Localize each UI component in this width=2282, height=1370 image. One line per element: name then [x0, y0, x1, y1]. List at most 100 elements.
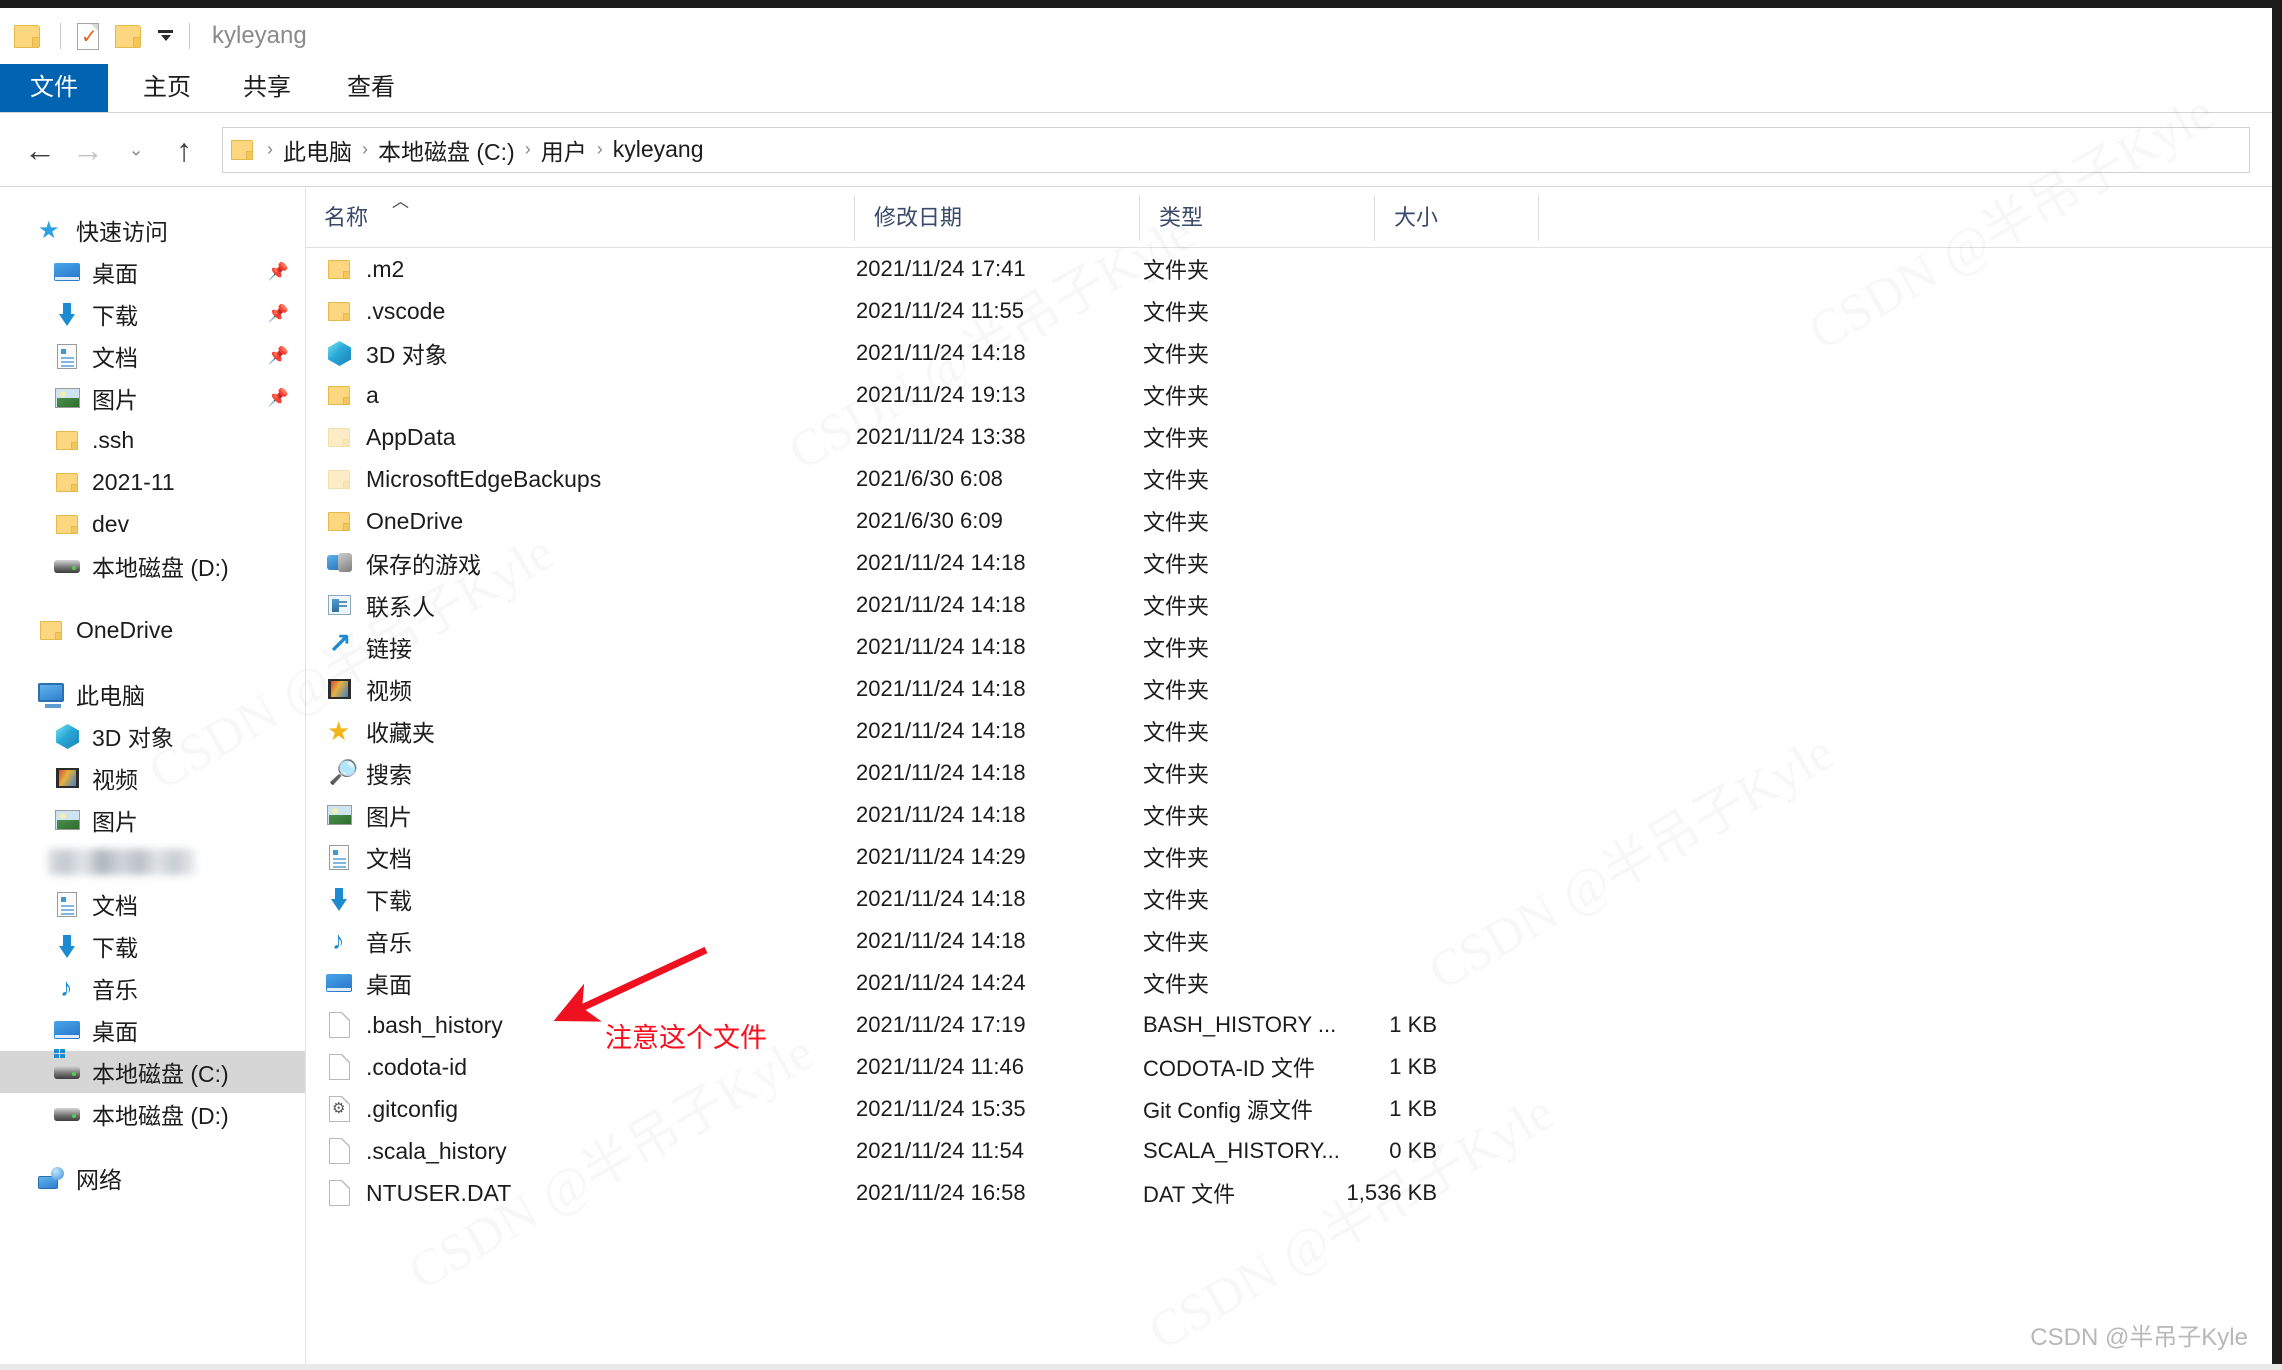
file-name-cell[interactable]: 文档 [324, 840, 412, 874]
sidebar-item-ssh[interactable]: .ssh [0, 419, 305, 461]
column-header-date[interactable]: 修改日期 [874, 187, 962, 247]
sidebar-item-local-disk-d-quick[interactable]: 本地磁盘 (D:) [0, 545, 305, 587]
table-row[interactable]: 图片 2021/11/24 14:18 文件夹 [306, 794, 2272, 836]
sidebar-group-quick-access[interactable]: ★ 快速访问 [0, 209, 305, 251]
file-name-cell[interactable]: a [324, 380, 379, 410]
table-row[interactable]: 保存的游戏 2021/11/24 14:18 文件夹 [306, 542, 2272, 584]
column-divider[interactable] [1374, 195, 1375, 241]
forward-button[interactable]: → [64, 126, 112, 174]
up-button[interactable]: ↑ [160, 126, 208, 174]
sidebar-item-desktop-pc[interactable]: 桌面 [0, 1009, 305, 1051]
file-name-cell[interactable]: 视频 [324, 672, 412, 706]
file-name-cell[interactable]: MicrosoftEdgeBackups [324, 464, 601, 494]
file-type: 文件夹 [1143, 888, 1210, 913]
sidebar-item-videos[interactable]: 视频 [0, 757, 305, 799]
table-row[interactable]: 🔍 搜索 2021/11/24 14:18 文件夹 [306, 752, 2272, 794]
column-header-size[interactable]: 大小 [1394, 187, 1438, 247]
table-row[interactable]: 联系人 2021/11/24 14:18 文件夹 [306, 584, 2272, 626]
sidebar-item-documents-pc[interactable]: 文档 [0, 883, 305, 925]
sidebar-item-downloads-pc[interactable]: 下载 [0, 925, 305, 967]
file-name-cell[interactable]: 下载 [324, 882, 412, 916]
column-header-name[interactable]: 名称 [324, 187, 368, 247]
pin-icon[interactable]: 📌 [268, 346, 289, 366]
file-name-cell[interactable]: 链接 [324, 630, 412, 664]
file-name-cell[interactable]: AppData [324, 422, 456, 452]
recent-locations-button[interactable]: ⌄ [112, 126, 160, 174]
pin-icon[interactable]: 📌 [268, 262, 289, 282]
pin-icon[interactable]: 📌 [268, 304, 289, 324]
file-name-cell[interactable]: .m2 [324, 254, 404, 284]
table-row[interactable]: .m2 2021/11/24 17:41 文件夹 [306, 248, 2272, 290]
table-row[interactable]: .scala_history 2021/11/24 11:54 SCALA_HI… [306, 1130, 2272, 1172]
back-button[interactable]: ← [16, 126, 64, 174]
column-divider[interactable] [854, 195, 855, 241]
table-row[interactable]: 3D 对象 2021/11/24 14:18 文件夹 [306, 332, 2272, 374]
sidebar-item-3d-objects[interactable]: 3D 对象 [0, 715, 305, 757]
breadcrumb-this-pc[interactable]: 此电脑 [283, 133, 352, 167]
table-row[interactable]: 文档 2021/11/24 14:29 文件夹 [306, 836, 2272, 878]
sidebar-item-2021-11[interactable]: 2021-11 [0, 461, 305, 503]
table-row[interactable]: ♪ 音乐 2021/11/24 14:18 文件夹 [306, 920, 2272, 962]
file-name-cell[interactable]: 3D 对象 [324, 336, 448, 370]
sidebar-item-desktop[interactable]: 桌面 📌 [0, 251, 305, 293]
pin-icon[interactable]: 📌 [268, 388, 289, 408]
sidebar-item-local-disk-d[interactable]: 本地磁盘 (D:) [0, 1093, 305, 1135]
sidebar-item-downloads[interactable]: 下载 📌 [0, 293, 305, 335]
table-row[interactable]: MicrosoftEdgeBackups 2021/6/30 6:08 文件夹 [306, 458, 2272, 500]
file-name-cell[interactable]: ⚙ .gitconfig [324, 1094, 458, 1124]
table-row[interactable]: ⚙ .gitconfig 2021/11/24 15:35 Git Config… [306, 1088, 2272, 1130]
file-name-cell[interactable]: 联系人 [324, 588, 435, 622]
file-name-cell[interactable]: 🔍 搜索 [324, 756, 412, 790]
sidebar-item-pictures[interactable]: 图片 📌 [0, 377, 305, 419]
sidebar-group-this-pc[interactable]: 此电脑 [0, 673, 305, 715]
file-name-cell[interactable]: OneDrive [324, 506, 463, 536]
column-divider[interactable] [1538, 195, 1539, 241]
table-row[interactable]: 链接 2021/11/24 14:18 文件夹 [306, 626, 2272, 668]
table-row[interactable]: NTUSER.DAT 2021/11/24 16:58 DAT 文件 1,536… [306, 1172, 2272, 1214]
sidebar-item-onedrive[interactable]: OneDrive [0, 609, 305, 651]
breadcrumb-users[interactable]: 用户 [541, 133, 587, 167]
file-name-cell[interactable]: 保存的游戏 [324, 546, 481, 580]
tab-share[interactable]: 共享 [226, 64, 308, 112]
saved-games-icon [324, 548, 354, 578]
column-header-type[interactable]: 类型 [1159, 187, 1203, 247]
sidebar-item-music[interactable]: ♪ 音乐 [0, 967, 305, 1009]
breadcrumb-local-disk-c[interactable]: 本地磁盘 (C:) [378, 133, 515, 167]
file-name-cell[interactable]: ★ 收藏夹 [324, 714, 435, 748]
table-row[interactable]: .codota-id 2021/11/24 11:46 CODOTA-ID 文件… [306, 1046, 2272, 1088]
file-name-cell[interactable]: 桌面 [324, 966, 412, 1000]
column-divider[interactable] [1139, 195, 1140, 241]
breadcrumb-kyleyang[interactable]: kyleyang [613, 136, 704, 163]
address-bar[interactable]: › 此电脑 › 本地磁盘 (C:) › 用户 › kyleyang [222, 126, 2250, 173]
file-name-cell[interactable]: NTUSER.DAT [324, 1178, 511, 1208]
qat-chevron-down-icon[interactable] [153, 23, 179, 49]
table-row[interactable]: OneDrive 2021/6/30 6:09 文件夹 [306, 500, 2272, 542]
qat-folder-icon[interactable] [10, 19, 44, 53]
sidebar-item-redacted[interactable] [0, 841, 305, 883]
file-name-cell[interactable]: .bash_history [324, 1010, 503, 1040]
tab-view[interactable]: 查看 [330, 64, 412, 112]
sidebar-item-documents[interactable]: 文档 📌 [0, 335, 305, 377]
table-row[interactable]: 视频 2021/11/24 14:18 文件夹 [306, 668, 2272, 710]
table-row[interactable]: .vscode 2021/11/24 11:55 文件夹 [306, 290, 2272, 332]
sidebar-item-network[interactable]: 网络 [0, 1157, 305, 1199]
tab-home[interactable]: 主页 [126, 64, 208, 112]
qat-new-folder-icon[interactable] [111, 19, 145, 53]
table-row[interactable]: a 2021/11/24 19:13 文件夹 [306, 374, 2272, 416]
table-row[interactable]: ★ 收藏夹 2021/11/24 14:18 文件夹 [306, 710, 2272, 752]
table-row[interactable]: 下载 2021/11/24 14:18 文件夹 [306, 878, 2272, 920]
table-row[interactable]: 桌面 2021/11/24 14:24 文件夹 [306, 962, 2272, 1004]
file-name-cell[interactable]: .codota-id [324, 1052, 467, 1082]
file-name-cell[interactable]: .vscode [324, 296, 445, 326]
tab-file[interactable]: 文件 [0, 64, 108, 112]
sidebar-item-local-disk-c[interactable]: 本地磁盘 (C:) [0, 1049, 305, 1093]
qat-properties-icon[interactable]: ✓ [71, 19, 105, 53]
file-name-cell[interactable]: 图片 [324, 798, 412, 832]
table-row[interactable]: AppData 2021/11/24 13:38 文件夹 [306, 416, 2272, 458]
sidebar-item-dev[interactable]: dev [0, 503, 305, 545]
file-name-cell[interactable]: .scala_history [324, 1136, 507, 1166]
table-row-bash-history[interactable]: .bash_history 2021/11/24 17:19 BASH_HIST… [306, 1004, 2272, 1046]
links-icon [324, 630, 354, 662]
file-name-cell[interactable]: ♪ 音乐 [324, 924, 412, 958]
sidebar-item-pictures-pc[interactable]: 图片 [0, 799, 305, 841]
